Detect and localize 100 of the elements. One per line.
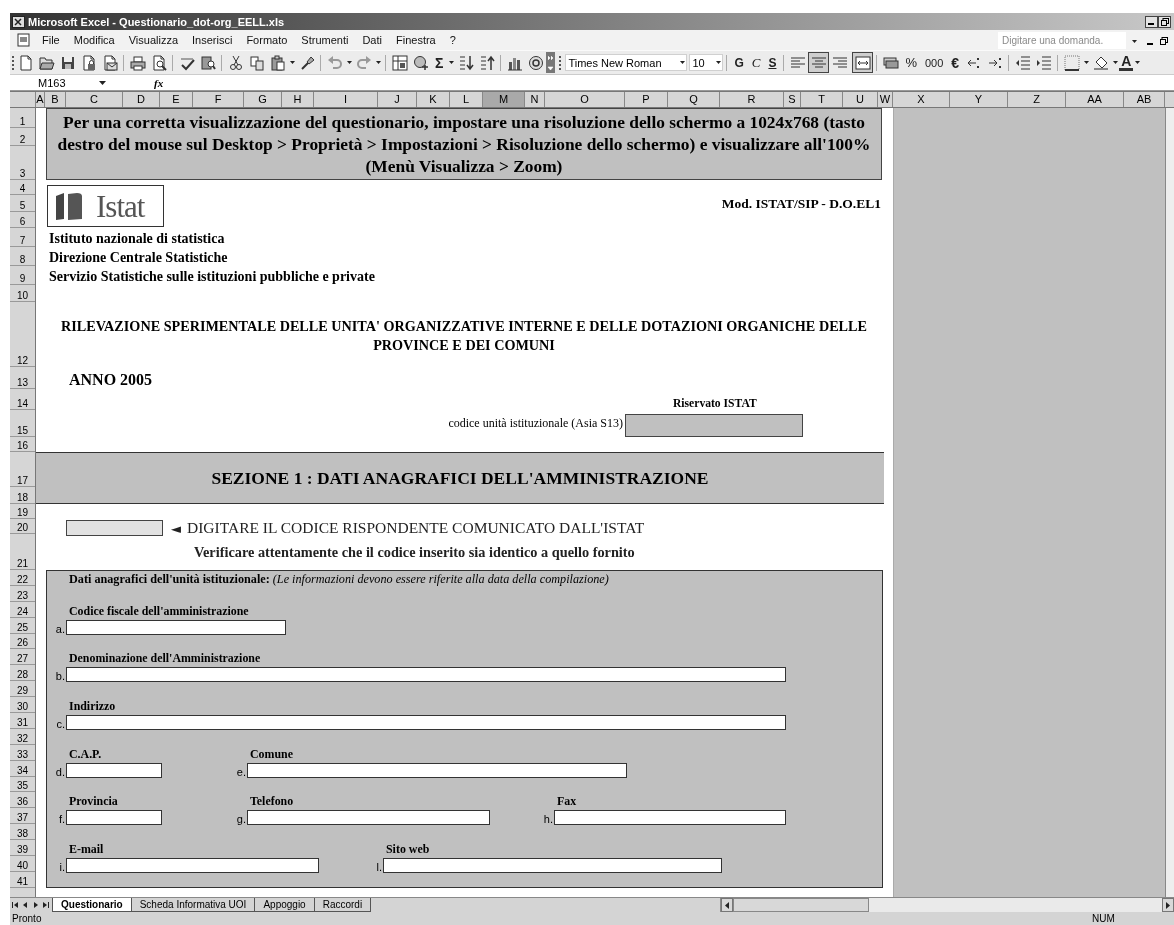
table-chart-icon[interactable] (391, 54, 408, 71)
row-header[interactable]: 18 (10, 487, 35, 504)
column-header[interactable]: AA (1066, 92, 1124, 107)
column-header[interactable]: J (378, 92, 417, 107)
column-header[interactable]: P (625, 92, 668, 107)
input-field[interactable] (554, 810, 786, 826)
menu-item[interactable]: Visualizza (121, 34, 186, 46)
sheet-tab[interactable]: Questionario (52, 898, 132, 912)
scissors-icon[interactable] (227, 54, 244, 71)
input-field[interactable] (247, 810, 490, 826)
column-header[interactable]: M (483, 92, 525, 107)
euro-button[interactable]: € (947, 54, 964, 71)
menu-item[interactable]: Dati (355, 34, 389, 46)
first-sheet-icon[interactable] (11, 901, 19, 909)
column-header[interactable]: F (193, 92, 244, 107)
column-header[interactable]: S (784, 92, 801, 107)
row-header[interactable]: 24 (10, 601, 35, 618)
menu-item[interactable]: Strumenti (294, 34, 356, 46)
menu-item[interactable]: Modifica (66, 34, 122, 46)
row-header[interactable]: 25 (10, 617, 35, 634)
scroll-left-button[interactable] (721, 898, 733, 912)
font-color-button[interactable]: A (1119, 54, 1134, 71)
dropdown-caret-icon[interactable] (99, 80, 106, 85)
input-field[interactable] (383, 858, 722, 873)
row-header[interactable]: 8 (10, 247, 35, 266)
dropdown-caret-icon[interactable] (1132, 39, 1137, 43)
row-header[interactable]: 26 (10, 633, 35, 650)
row-header[interactable]: 34 (10, 760, 35, 777)
question-field[interactable]: Digitare una domanda. (998, 31, 1126, 49)
document-icon[interactable] (17, 54, 34, 71)
row-header[interactable]: 4 (10, 180, 35, 195)
row-header[interactable]: 35 (10, 776, 35, 793)
dropdown-caret-icon[interactable] (375, 61, 381, 64)
row-header[interactable]: 3 (10, 146, 35, 180)
input-field[interactable] (66, 714, 786, 730)
column-header[interactable]: R (720, 92, 784, 107)
thousands-button[interactable]: 000 (921, 56, 948, 69)
column-header[interactable]: O (545, 92, 625, 107)
row-header[interactable]: 40 (10, 856, 35, 872)
input-field[interactable] (625, 414, 803, 437)
column-header[interactable]: C (66, 92, 123, 107)
function-button[interactable]: fx (154, 76, 164, 89)
input-field[interactable] (66, 667, 786, 683)
row-header[interactable]: 29 (10, 681, 35, 698)
dropdown-caret-icon[interactable] (1112, 61, 1118, 64)
row-header[interactable]: 14 (10, 389, 35, 410)
column-header[interactable]: U (843, 92, 878, 107)
dropdown-caret-icon[interactable] (1083, 61, 1089, 64)
row-header[interactable]: 28 (10, 665, 35, 682)
document-menu-icon[interactable] (16, 33, 32, 48)
row-header[interactable]: 22 (10, 570, 35, 586)
column-header[interactable]: H (282, 92, 314, 107)
dropdown-caret-icon[interactable] (679, 61, 685, 64)
name-box[interactable]: M163 (10, 75, 110, 90)
column-header[interactable]: Y (950, 92, 1008, 107)
row-header[interactable]: 12 (10, 302, 35, 367)
next-sheet-icon[interactable] (31, 901, 39, 909)
toolbar-grip-icon[interactable] (12, 54, 15, 71)
row-header[interactable]: 17 (10, 452, 35, 487)
input-field[interactable] (66, 762, 162, 778)
input-field[interactable] (66, 619, 286, 635)
menu-item[interactable]: Formato (239, 34, 295, 46)
row-header[interactable]: 19 (10, 504, 35, 519)
previous-sheet-icon[interactable] (21, 901, 29, 909)
print-preview-icon[interactable] (150, 54, 167, 71)
row-header[interactable]: 13 (10, 367, 35, 389)
printer-icon[interactable] (129, 54, 146, 71)
column-header[interactable]: A (36, 92, 45, 107)
column-header[interactable]: G (244, 92, 282, 107)
underline-button[interactable]: S (764, 55, 781, 70)
font-size-dropdown[interactable]: 10 (689, 54, 724, 71)
column-header[interactable]: K (417, 92, 450, 107)
copy-icon[interactable] (248, 54, 265, 71)
row-header[interactable]: 9 (10, 266, 35, 285)
font-name-dropdown[interactable]: Times New Roman (565, 54, 688, 71)
restore-button[interactable] (1158, 15, 1171, 28)
row-header[interactable]: 6 (10, 212, 35, 228)
menu-item[interactable]: Inserisci (185, 34, 240, 46)
input-field[interactable] (247, 762, 627, 778)
column-header[interactable]: N (525, 92, 545, 107)
restore-icon[interactable] (1160, 37, 1168, 46)
row-header[interactable]: 16 (10, 437, 35, 452)
column-header[interactable]: X (893, 92, 950, 107)
row-header[interactable]: 39 (10, 840, 35, 857)
help-circle-icon[interactable] (527, 54, 544, 71)
row-header[interactable]: 23 (10, 585, 35, 602)
borders-icon[interactable] (1063, 54, 1080, 71)
column-header[interactable]: Q (668, 92, 720, 107)
row-header[interactable]: 32 (10, 728, 35, 745)
row-header[interactable]: 38 (10, 824, 35, 841)
menu-item[interactable]: Finestra (389, 34, 443, 46)
clipboard-icon[interactable] (269, 54, 286, 71)
row-header[interactable]: 21 (10, 534, 35, 570)
align-center-button[interactable] (808, 52, 830, 73)
toolbar-options-icon[interactable] (546, 52, 556, 73)
last-sheet-icon[interactable] (41, 901, 49, 909)
column-header[interactable]: B (45, 92, 66, 107)
row-header[interactable]: 7 (10, 228, 35, 247)
column-header[interactable]: W (878, 92, 893, 107)
percent-button[interactable]: % (901, 55, 921, 70)
